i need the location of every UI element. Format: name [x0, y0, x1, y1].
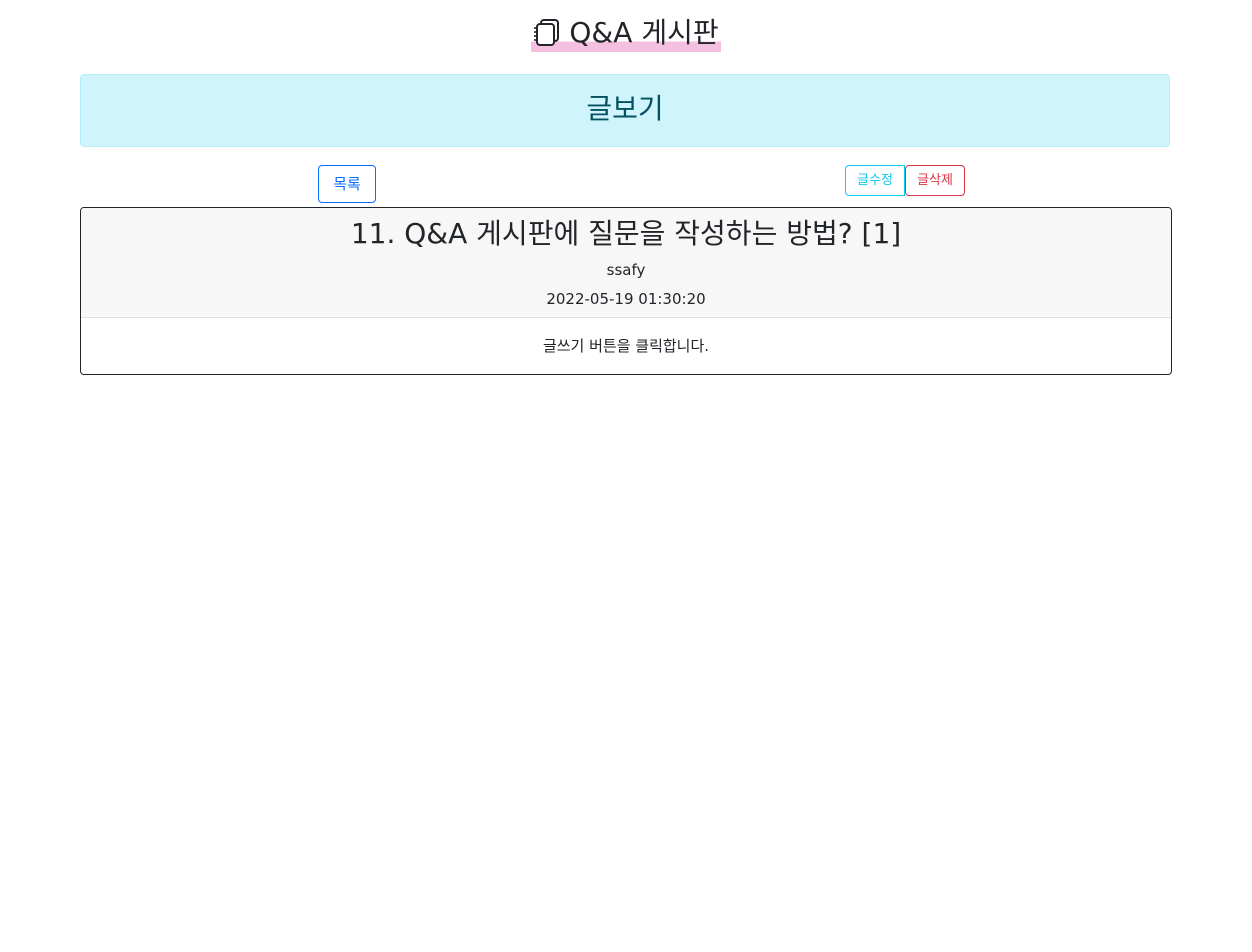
edit-button[interactable]: 글수정 — [845, 165, 905, 196]
article-card: 11. Q&A 게시판에 질문을 작성하는 방법? [1] ssafy 2022… — [80, 207, 1172, 375]
brand-header: Q&A 게시판 — [0, 14, 1252, 52]
list-button[interactable]: 목록 — [318, 165, 376, 203]
article-title: 11. Q&A 게시판에 질문을 작성하는 방법? [1] — [350, 217, 902, 250]
brand-title: Q&A 게시판 — [569, 16, 719, 49]
article-content: 글쓰기 버튼을 클릭합니다. — [542, 337, 710, 355]
brand-title-link[interactable]: Q&A 게시판 — [531, 14, 721, 52]
article-author: ssafy — [606, 261, 646, 279]
page-title: 글보기 — [586, 92, 664, 125]
delete-button[interactable]: 글삭제 — [905, 165, 965, 196]
notebook-icon — [533, 18, 561, 48]
article-date: 2022-05-19 01:30:20 — [546, 290, 706, 308]
page: Q&A 게시판 글보기 목록 글수정 글삭제 11. Q&A 게시판에 질문을 … — [0, 0, 1252, 952]
page-title-banner: 글보기 — [80, 74, 1170, 147]
article-header: 11. Q&A 게시판에 질문을 작성하는 방법? [1] ssafy 2022… — [81, 208, 1171, 318]
